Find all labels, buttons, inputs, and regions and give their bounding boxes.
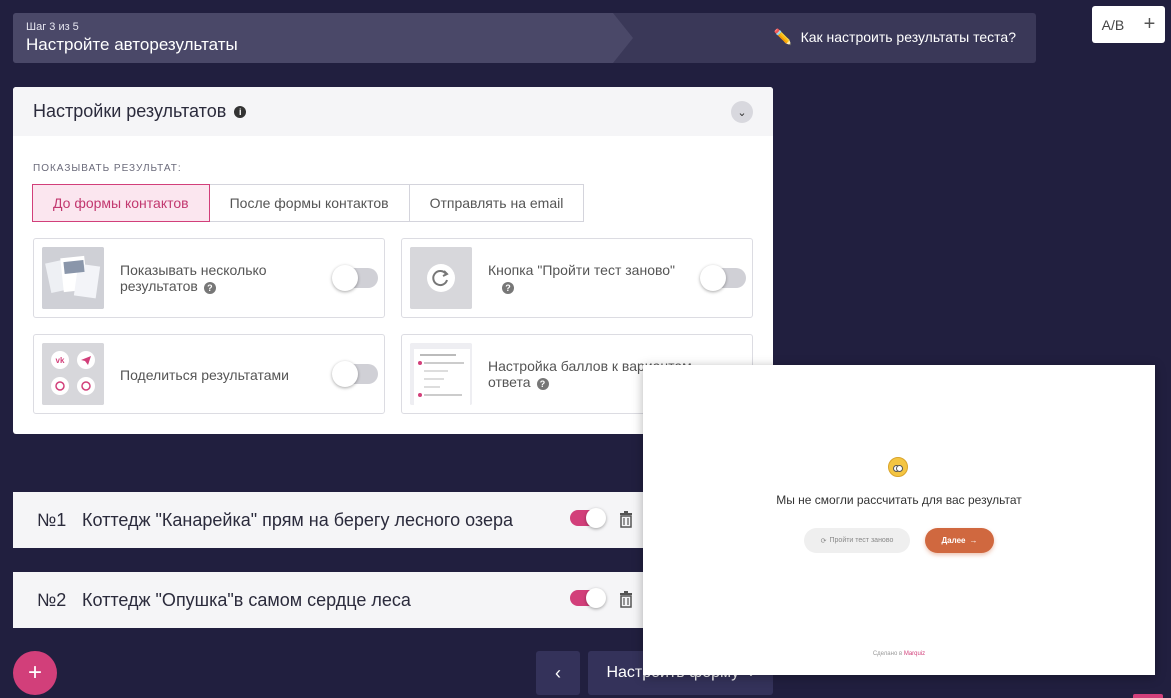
info-icon[interactable]: i [234,105,247,118]
made-with-text: Сделано в [872,651,903,657]
retry-button-text: Кнопка "Пройти тест заново" [488,262,676,278]
add-result-button[interactable]: + [13,651,57,695]
brand-link[interactable]: Marquiz [904,651,925,657]
share-results-card: vk Поделиться результатами [33,334,385,414]
result-title: Коттедж "Канарейка" прям на берегу лесно… [82,509,514,530]
refresh-icon: ⟳ [820,537,827,545]
mode-send-email[interactable]: Отправлять на email [408,184,585,222]
multiple-results-thumbnail [42,247,104,309]
step-banner: Шаг 3 из 5 Настройте авторезультаты ✏️ К… [13,13,1036,63]
chevron-left-icon: ‹ [555,662,561,683]
trash-icon[interactable] [617,590,635,608]
mode-before-contacts[interactable]: До формы контактов [32,184,210,222]
share-thumbnail: vk [42,343,104,405]
result-number: №1 [37,509,67,530]
multiple-results-label: Показывать несколько результатов? [120,262,300,294]
panel-header: Настройки результатов i ⌄ [13,87,773,136]
show-mode-selector: До формы контактов После формы контактов… [32,184,585,222]
toggle-knob [586,588,606,608]
help-icon[interactable]: ? [203,282,216,294]
share-results-toggle[interactable] [332,361,378,387]
ab-test-widget: A/B + [1092,6,1165,43]
multiple-results-toggle[interactable] [332,265,378,291]
help-icon[interactable]: ? [502,282,514,294]
prev-step-button[interactable]: ‹ [536,651,580,695]
show-result-label: ПОКАЗЫВАТЬ РЕЗУЛЬТАТ: [33,163,182,174]
preview-retry-label: Пройти тест заново [829,537,894,544]
svg-text:vk: vk [56,356,65,365]
step-title: Настройте авторезультаты [26,35,238,54]
preview-next-label: Далее [941,536,966,545]
pencil-icon: ✏️ [773,29,793,46]
multiple-results-card: Показывать несколько результатов? [33,238,385,318]
help-link-label: Как настроить результаты теста? [800,29,1016,45]
result-number: №2 [37,589,67,610]
preview-message: Мы не смогли рассчитать для вас результа… [776,493,1022,507]
retry-button-toggle[interactable] [700,265,746,291]
panel-title: Настройки результатов [33,101,227,121]
toggle-knob [586,508,606,528]
multiple-results-text: Показывать несколько результатов [120,262,267,294]
retry-button-card: Кнопка "Пройти тест заново"? [401,238,753,318]
toggle-knob [332,265,358,291]
share-results-text: Поделиться результатами [120,367,290,383]
sad-face-icon [888,457,908,477]
toggle-knob [700,265,726,291]
collapse-button[interactable]: ⌄ [731,101,753,123]
chevron-down-icon: ⌄ [737,106,747,119]
result-enabled-toggle[interactable] [570,588,606,608]
corner-accent [1133,694,1163,698]
preview-retry-button[interactable]: ⟳ Пройти тест заново [804,528,910,553]
result-preview: Мы не смогли рассчитать для вас результа… [643,365,1155,675]
retry-thumbnail [410,247,472,309]
arrow-right-icon: → [969,536,978,545]
trash-icon[interactable] [617,510,635,528]
step-counter: Шаг 3 из 5 [26,21,79,33]
answer-scores-thumbnail [410,343,472,405]
retry-button-label: Кнопка "Пройти тест заново"? [488,262,688,294]
result-title: Коттедж "Опушка"в самом сердце леса [82,589,411,610]
preview-next-button[interactable]: Далее → [925,528,994,553]
result-enabled-toggle[interactable] [570,508,606,528]
help-icon[interactable]: ? [536,378,549,390]
made-with-footer: Сделано в Marquiz [643,651,1155,657]
help-link[interactable]: ✏️ Как настроить результаты теста? [774,28,1016,46]
mode-after-contacts[interactable]: После формы контактов [208,184,410,222]
toggle-knob [332,361,358,387]
ab-test-icon[interactable]: A/B [1102,17,1125,33]
add-icon[interactable]: + [1144,13,1156,36]
